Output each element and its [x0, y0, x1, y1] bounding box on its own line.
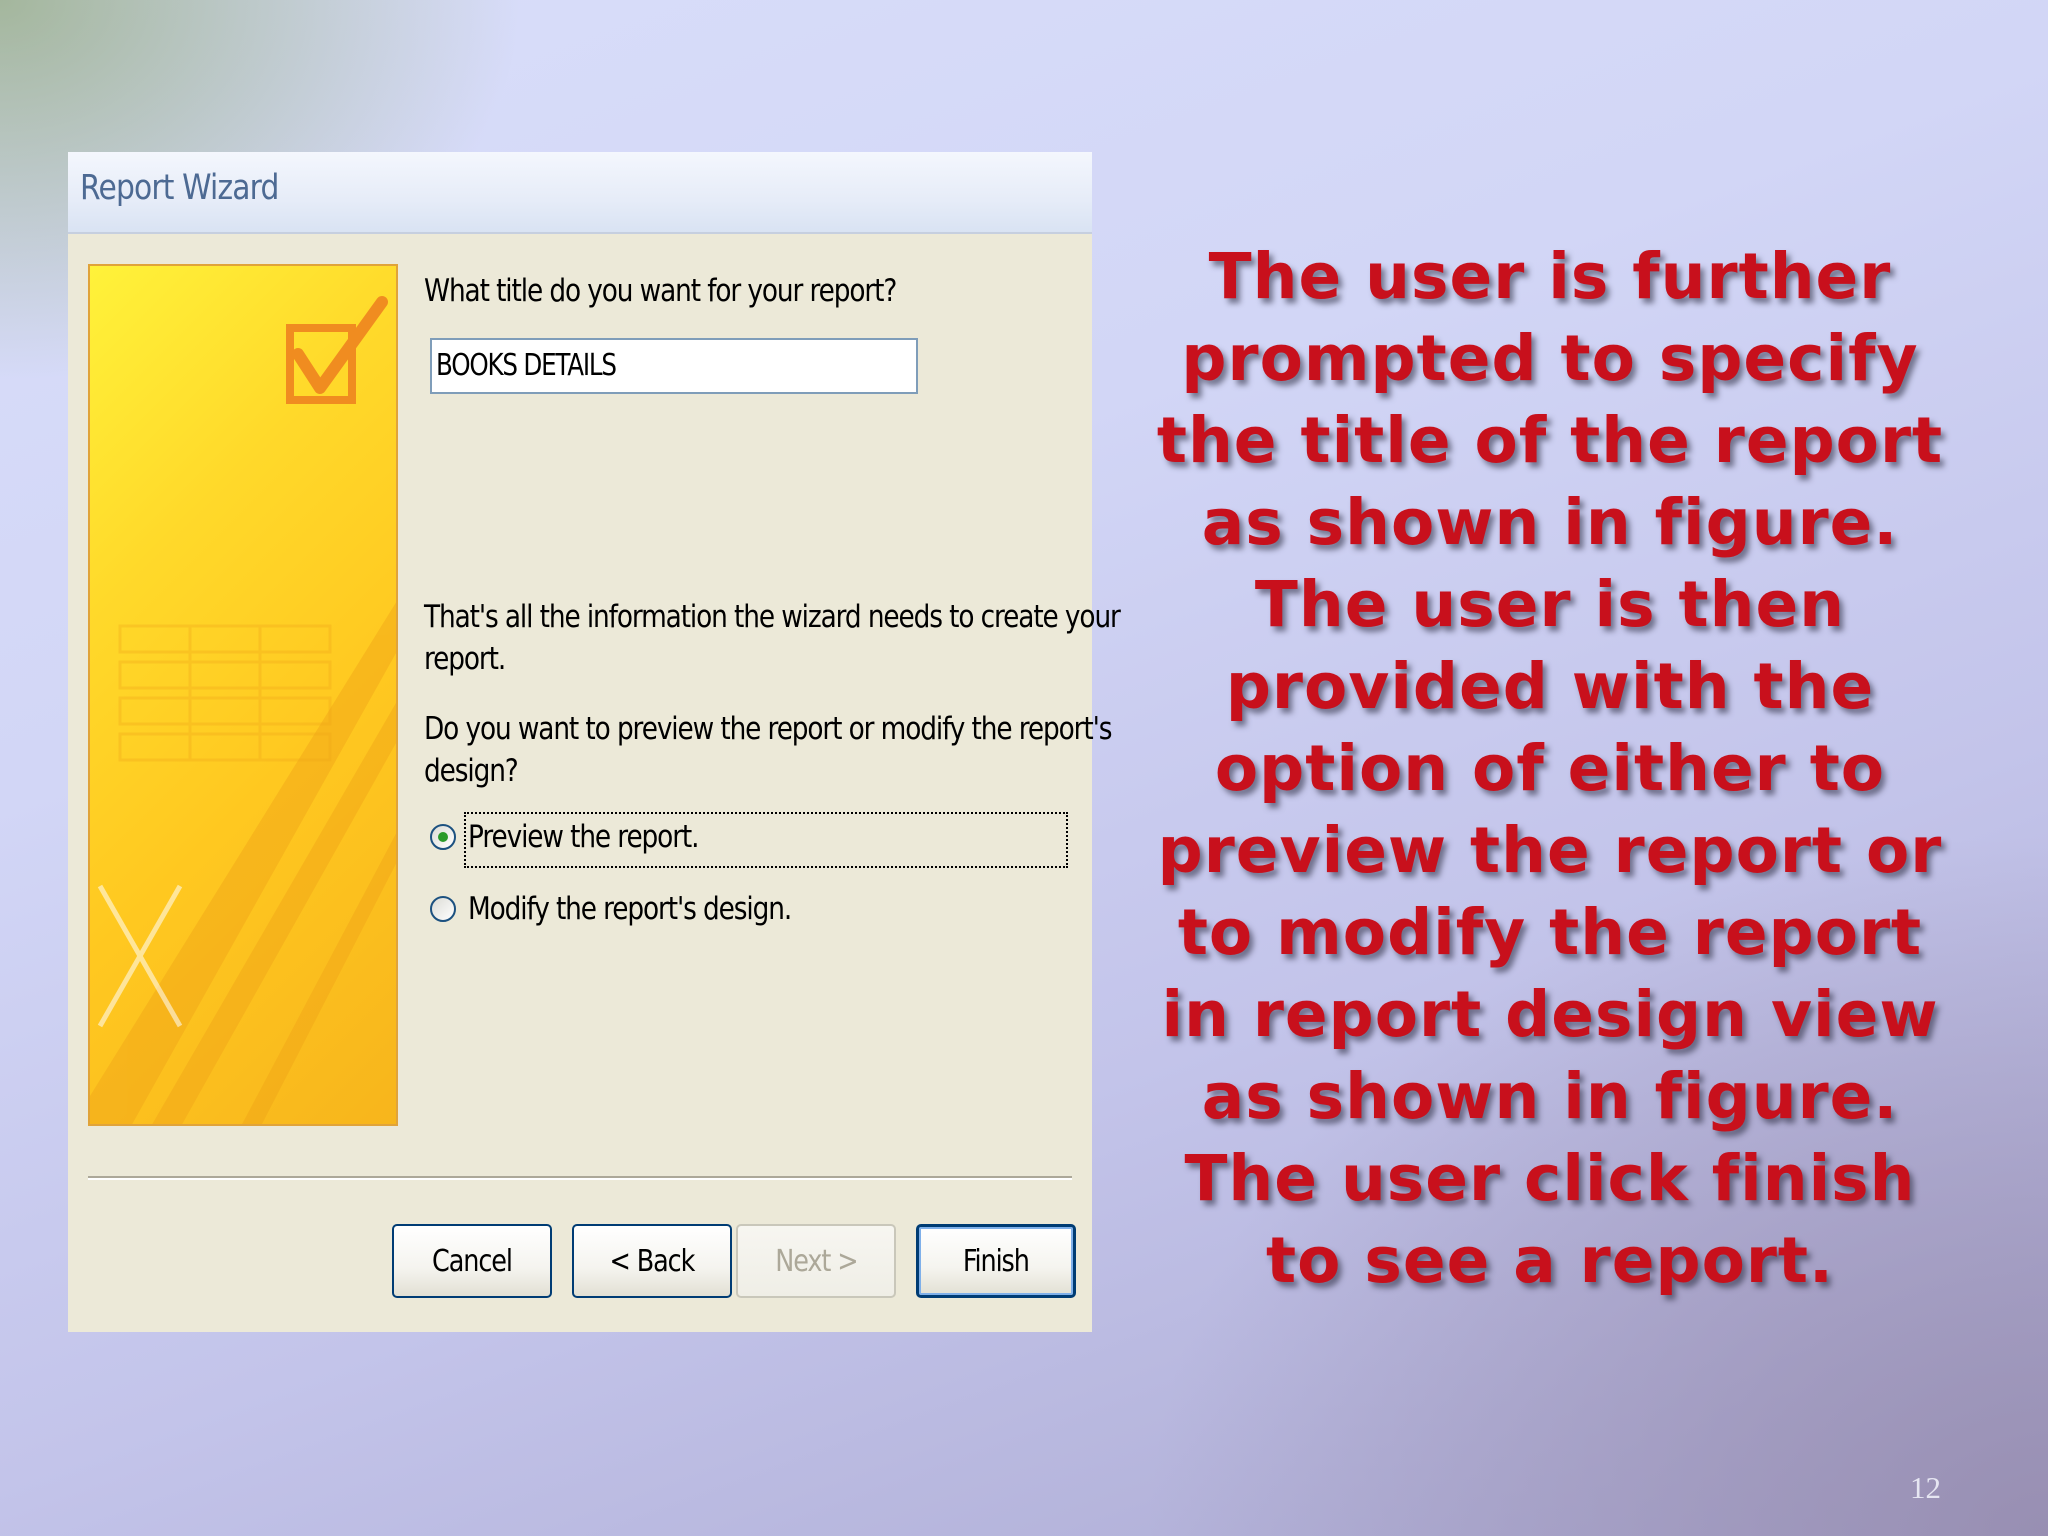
preview-question-line1: Do you want to preview the report or mod…: [424, 711, 1112, 747]
radio-preview-report[interactable]: Preview the report.: [430, 816, 1050, 868]
report-wizard-dialog: Report Wizard What title do you want for…: [68, 152, 1121, 1332]
radio-modify-design[interactable]: Modify the report's design.: [430, 888, 1050, 940]
preview-question-line2: design?: [424, 753, 519, 789]
info-text-line1: That's all the information the wizard ne…: [424, 599, 1121, 635]
slide-description-text: The user is further prompted to specify …: [1156, 240, 1944, 1297]
checkmark-graphic-icon: [90, 296, 396, 1124]
back-button[interactable]: < Back: [572, 1224, 732, 1298]
radio-preview-label: Preview the report.: [468, 819, 700, 855]
title-question-label: What title do you want for your report?: [424, 273, 897, 309]
radio-modify-label: Modify the report's design.: [468, 891, 792, 927]
slide-number: 12: [1910, 1470, 1941, 1505]
report-title-value: BOOKS DETAILS: [436, 348, 617, 383]
dialog-titlebar[interactable]: Report Wizard: [68, 152, 1092, 234]
dialog-title: Report Wizard: [80, 168, 279, 208]
next-button[interactable]: Next >: [736, 1224, 896, 1298]
finish-button[interactable]: Finish: [916, 1224, 1076, 1298]
info-text-line2: report.: [424, 641, 506, 677]
radio-unselected-icon[interactable]: [430, 896, 456, 922]
report-title-input[interactable]: BOOKS DETAILS: [430, 338, 918, 394]
cancel-button[interactable]: Cancel: [392, 1224, 552, 1298]
wizard-side-graphic: [88, 264, 398, 1126]
radio-selected-icon[interactable]: [430, 824, 456, 850]
button-separator: [88, 1176, 1072, 1180]
